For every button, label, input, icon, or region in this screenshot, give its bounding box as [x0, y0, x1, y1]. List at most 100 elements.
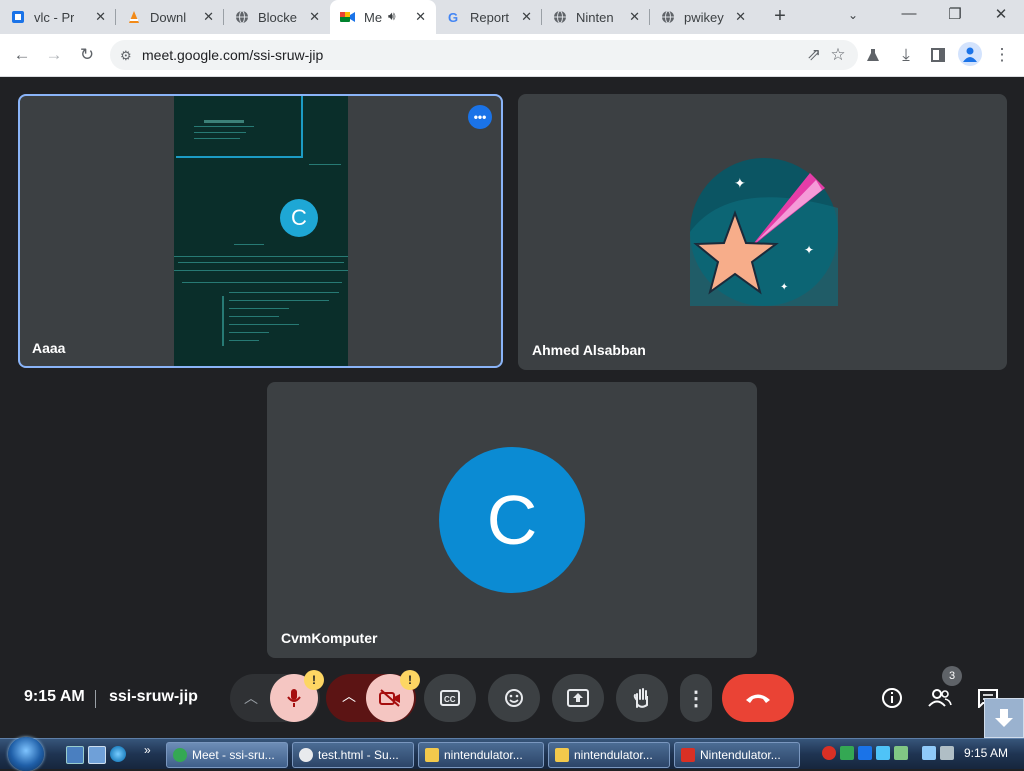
meeting-info-icon[interactable] — [880, 686, 904, 710]
avatar: C — [439, 447, 585, 593]
close-icon[interactable]: ✕ — [95, 9, 106, 25]
taskbar-item-nintendulator-1[interactable]: nintendulator... — [418, 742, 544, 768]
tray-check-icon[interactable] — [894, 746, 908, 760]
tray-network-icon[interactable] — [858, 746, 872, 760]
vlc-cone-icon — [126, 9, 142, 25]
taskbar-item-nintendulator-app[interactable]: Nintendulator... — [674, 742, 800, 768]
participant-tile-cvmkomputer[interactable]: C CvmKomputer — [267, 382, 757, 658]
tab-nintendulator[interactable]: Ninten ✕ — [542, 0, 650, 34]
new-tab-button[interactable]: + — [770, 6, 790, 26]
meeting-code: ssi-sruw-jip — [109, 688, 198, 705]
quick-launch-more[interactable]: » — [144, 743, 151, 757]
tab-title: Report — [470, 9, 510, 25]
browser-toolbar: ← → ↻ ⚙︎ meet.google.com/ssi-sruw-jip ⇗ … — [0, 34, 1024, 77]
close-icon[interactable]: ✕ — [415, 9, 426, 25]
leave-call-button[interactable] — [722, 674, 794, 722]
forward-arrow-icon[interactable]: → — [44, 45, 64, 65]
more-options-button[interactable]: ••• — [468, 105, 492, 129]
tab-title: pwikey — [684, 9, 724, 25]
folder-icon — [425, 748, 439, 762]
people-icon[interactable] — [928, 686, 952, 710]
chevron-up-icon[interactable]: ︿ — [342, 686, 356, 706]
captions-button[interactable]: CC — [424, 674, 476, 722]
network-icon[interactable] — [922, 746, 936, 760]
taskbar-item-meet[interactable]: Meet - ssi-sru... — [166, 742, 288, 768]
hang-up-icon — [746, 694, 770, 703]
camera-warning-icon: ! — [400, 670, 420, 690]
mic-off-icon — [287, 689, 301, 707]
start-button[interactable] — [8, 737, 44, 771]
taskbar-item-label: nintendulator... — [444, 748, 523, 762]
windows-taskbar: » Meet - ssi-sru... test.html - Su... ni… — [0, 737, 1024, 771]
share-icon[interactable]: ⇗ — [804, 45, 824, 65]
side-panel-icon[interactable] — [928, 45, 948, 65]
tab-title: Blocke — [258, 9, 298, 25]
screen-share-video: C — [174, 96, 348, 366]
bookmark-star-icon[interactable]: ☆ — [828, 45, 848, 65]
close-icon[interactable]: ✕ — [203, 9, 214, 25]
tab-title: Ninten — [576, 9, 614, 25]
close-icon[interactable]: ✕ — [309, 9, 320, 25]
show-desktop-icon[interactable] — [66, 746, 84, 764]
tab-vlc[interactable]: vlc - Pr ✕ — [0, 0, 116, 34]
hand-icon — [633, 688, 648, 708]
emoji-icon — [505, 689, 523, 707]
tab-title: Me — [364, 9, 383, 25]
tray-app-icon[interactable] — [840, 746, 854, 760]
speaker-icon[interactable]: 🔊︎ — [388, 9, 396, 24]
globe-icon — [552, 9, 568, 25]
svg-text:✦: ✦ — [804, 243, 814, 257]
chevron-up-icon[interactable]: ︿ — [244, 688, 258, 708]
taskbar-item-nintendulator-2[interactable]: nintendulator... — [548, 742, 670, 768]
volume-muted-icon[interactable] — [940, 746, 954, 760]
address-bar[interactable]: ⚙︎ meet.google.com/ssi-sruw-jip — [110, 40, 858, 70]
tab-download[interactable]: Downl ✕ — [116, 0, 224, 34]
participant-tile-ahmed[interactable]: ✦ ✦ ✦ Ahmed Alsabban — [518, 94, 1007, 370]
tray-sync-icon[interactable] — [876, 746, 890, 760]
raise-hand-button[interactable] — [616, 674, 668, 722]
switch-windows-icon[interactable] — [88, 746, 106, 764]
participant-tile-aaaa[interactable]: C ••• Aaaa — [18, 94, 503, 368]
tab-meet[interactable]: Me 🔊︎ ✕ — [330, 0, 436, 34]
minimize-button[interactable]: — — [898, 5, 920, 22]
taskbar-item-label: test.html - Su... — [318, 748, 399, 762]
taskbar-clock[interactable]: 9:15 AM — [964, 746, 1008, 760]
reactions-button[interactable] — [488, 674, 540, 722]
tab-report[interactable]: G Report ✕ — [436, 0, 542, 34]
chrome-icon — [173, 748, 187, 762]
close-icon[interactable]: ✕ — [735, 9, 746, 25]
globe-icon — [660, 9, 676, 25]
site-info-icon[interactable]: ⚙︎ — [120, 48, 132, 64]
kebab-menu-icon: ⋮ — [686, 687, 706, 710]
google-icon: G — [446, 9, 462, 25]
present-screen-button[interactable] — [552, 674, 604, 722]
meeting-time: 9:15 AM — [24, 688, 85, 705]
restore-button[interactable]: ❐ — [944, 5, 966, 23]
download-arrow-icon[interactable] — [984, 698, 1024, 738]
tab-search-chevron-icon[interactable]: ⌄ — [848, 8, 858, 22]
back-arrow-icon[interactable]: ← — [12, 45, 32, 65]
participant-name: Aaaa — [32, 340, 66, 356]
chrome-icon — [299, 748, 313, 762]
profile-avatar-icon[interactable] — [958, 42, 982, 66]
svg-text:✦: ✦ — [780, 282, 788, 293]
internet-explorer-icon[interactable] — [110, 746, 126, 762]
folder-icon — [555, 748, 569, 762]
download-icon[interactable]: ⤓ — [896, 45, 916, 65]
close-window-button[interactable]: ✕ — [990, 5, 1012, 23]
taskbar-item-test-html[interactable]: test.html - Su... — [292, 742, 414, 768]
kebab-menu-icon[interactable]: ⋮ — [992, 45, 1012, 65]
labs-flask-icon[interactable] — [863, 45, 883, 65]
document-icon — [10, 9, 26, 25]
nintendulator-icon — [681, 748, 695, 762]
tab-blocked[interactable]: Blocke ✕ — [224, 0, 330, 34]
taskbar-item-label: Meet - ssi-sru... — [192, 748, 275, 762]
close-icon[interactable]: ✕ — [521, 9, 532, 25]
tab-pwikey[interactable]: pwikey ✕ — [650, 0, 756, 34]
more-options-button[interactable]: ⋮ — [680, 674, 712, 722]
taskbar-item-label: Nintendulator... — [700, 748, 781, 762]
security-alert-icon[interactable] — [822, 746, 836, 760]
tab-title: Downl — [150, 9, 187, 25]
reload-icon[interactable]: ↻ — [77, 45, 97, 65]
close-icon[interactable]: ✕ — [629, 9, 640, 25]
